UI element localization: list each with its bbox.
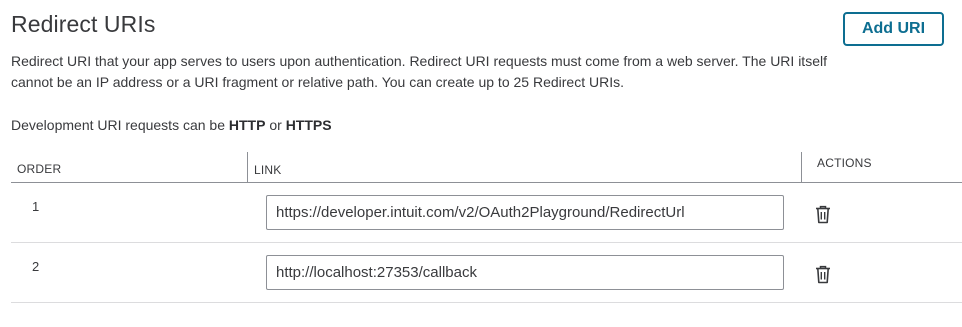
trash-icon[interactable] [813, 203, 833, 225]
redirect-uris-section: Redirect URIs Add URI Redirect URI that … [0, 0, 962, 327]
row-order: 2 [32, 259, 40, 274]
table-row: 2 [11, 243, 962, 303]
table-header: ORDER LINK ACTIONS [11, 152, 962, 183]
dev-note-http: HTTP [228, 117, 266, 133]
redirect-uri-input[interactable] [266, 195, 784, 230]
redirect-uri-table: ORDER LINK ACTIONS 1 2 [11, 152, 962, 303]
row-order: 1 [32, 199, 40, 214]
column-divider [247, 152, 248, 182]
column-header-actions: ACTIONS [817, 156, 872, 170]
dev-note-joiner: or [265, 117, 286, 133]
section-description: Redirect URI that your app serves to use… [11, 53, 827, 90]
column-divider [801, 152, 802, 182]
table-row: 1 [11, 183, 962, 243]
add-uri-button[interactable]: Add URI [843, 12, 944, 46]
trash-icon[interactable] [813, 263, 833, 285]
dev-note-prefix: Development URI requests can be [11, 117, 229, 133]
column-header-link: LINK [254, 163, 282, 177]
dev-note-https: HTTPS [285, 117, 332, 133]
development-note: Development URI requests can be HTTP or … [11, 116, 332, 134]
column-header-order: ORDER [17, 162, 62, 176]
section-title: Redirect URIs [11, 11, 156, 37]
redirect-uri-input[interactable] [266, 255, 784, 290]
